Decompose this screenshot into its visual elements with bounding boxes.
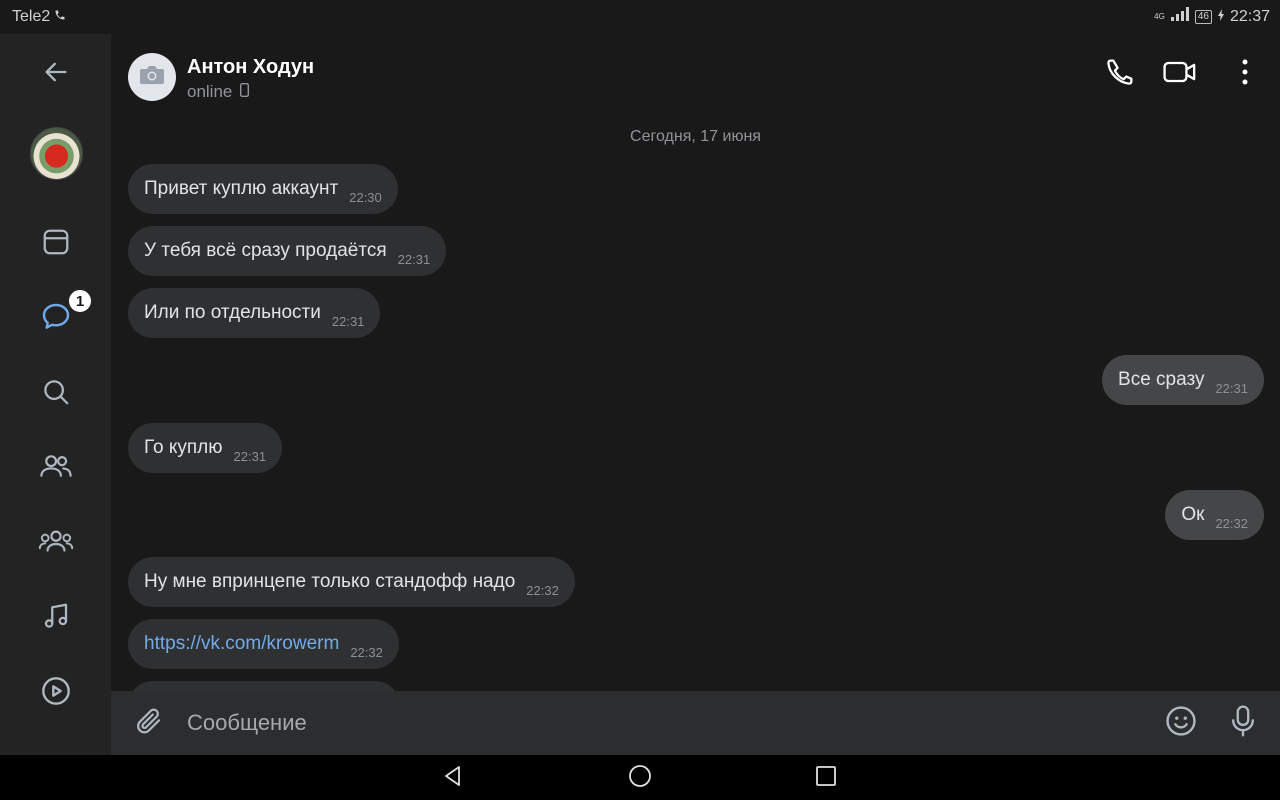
friends-icon: [39, 451, 73, 486]
status-bar: Tele2 4G 46 22:37: [0, 0, 1280, 34]
play-circle-icon: [40, 675, 72, 712]
circle-home-icon: [628, 764, 652, 793]
message-time: 22:32: [526, 583, 559, 598]
sidebar-item-search[interactable]: [30, 368, 82, 420]
message-bubble-in[interactable]: https://vk.com/krowerm 22:32: [128, 619, 399, 669]
call-button[interactable]: [1098, 52, 1142, 96]
back-button[interactable]: [30, 48, 82, 100]
signal-icon: [1170, 7, 1189, 26]
paperclip-icon: [134, 706, 164, 741]
more-vertical-icon: [1241, 58, 1249, 91]
sidebar: 1: [0, 34, 111, 755]
smiley-icon: [1164, 704, 1198, 743]
message-text: Го куплю: [144, 437, 223, 458]
nav-back-button[interactable]: [437, 762, 469, 794]
message-text: Привет куплю аккаунт: [144, 178, 339, 199]
message-input[interactable]: [187, 703, 1147, 743]
message-bubble-in-partial[interactable]: [128, 681, 400, 691]
square-recents-icon: [815, 765, 837, 792]
attach-button[interactable]: [131, 705, 167, 741]
contact-name[interactable]: Антон Ходун: [187, 56, 314, 79]
phone-call-icon: [54, 8, 66, 26]
nav-recents-button[interactable]: [810, 762, 842, 794]
more-options-button[interactable]: [1223, 52, 1267, 96]
message-time: 22:31: [397, 252, 431, 267]
status-indicators: 4G 46 22:37: [1154, 7, 1270, 26]
search-icon: [41, 377, 71, 412]
communities-icon: [38, 526, 74, 561]
network-type: 4G: [1154, 11, 1165, 21]
message-bubble-in[interactable]: Го куплю 22:31: [128, 423, 283, 473]
message-text: Ну мне впринцепе только стандофф надо: [144, 571, 516, 592]
message-bubble-out[interactable]: Все сразу 22:31: [1102, 355, 1264, 405]
message-list: Сегодня, 17 июня Привет куплю аккаунт 22…: [111, 118, 1280, 691]
avatar[interactable]: [30, 127, 83, 180]
voice-message-button[interactable]: [1223, 704, 1263, 743]
message-text: У тебя всё сразу продаётся: [144, 240, 387, 261]
sidebar-item-video[interactable]: [30, 667, 82, 719]
status-time: 22:37: [1229, 7, 1270, 25]
message-bubble-in[interactable]: Ну мне впринцепе только стандофф надо 22…: [128, 557, 575, 607]
camera-icon: [139, 64, 165, 91]
message-link[interactable]: https://vk.com/krowerm: [144, 633, 339, 655]
message-time: 22:32: [1215, 516, 1248, 531]
triangle-back-icon: [442, 765, 464, 792]
message-time: 22:31: [233, 449, 267, 464]
mobile-device-icon: [240, 82, 250, 102]
microphone-icon: [1228, 704, 1258, 743]
system-navigation-bar: [0, 755, 1280, 800]
arrow-left-icon: [42, 58, 70, 91]
message-time: 22:32: [350, 645, 383, 660]
carrier-info: Tele2: [12, 8, 66, 26]
sidebar-item-communities[interactable]: [30, 517, 82, 569]
message-text: Ок: [1181, 504, 1205, 525]
sidebar-item-music[interactable]: [30, 592, 82, 644]
message-text: Или по отдельности: [144, 302, 321, 323]
sidebar-item-friends[interactable]: [30, 442, 82, 494]
message-time: 22:31: [1215, 381, 1248, 396]
emoji-button[interactable]: [1161, 705, 1201, 741]
unread-badge: 1: [66, 287, 94, 315]
sidebar-item-more[interactable]: [30, 742, 82, 755]
online-status: online: [187, 82, 233, 101]
message-composer: [111, 691, 1280, 755]
message-bubble-out[interactable]: Ок 22:32: [1165, 490, 1264, 540]
message-time: 22:31: [331, 314, 365, 329]
sidebar-item-newsfeed[interactable]: [30, 218, 82, 270]
message-time: 22:30: [349, 190, 382, 205]
phone-icon: [1104, 56, 1136, 93]
message-text: Все сразу: [1118, 369, 1205, 390]
carrier-name: Tele2: [12, 8, 51, 25]
date-separator: Сегодня, 17 июня: [630, 128, 761, 145]
video-camera-icon: [1162, 57, 1198, 92]
music-note-icon: [41, 601, 71, 636]
newsfeed-icon: [41, 227, 71, 262]
contact-status: online: [187, 82, 250, 102]
nav-home-button[interactable]: [624, 762, 656, 794]
battery-indicator: 46: [1194, 9, 1212, 24]
contact-avatar[interactable]: [128, 53, 176, 101]
message-bubble-in[interactable]: У тебя всё сразу продаётся 22:31: [128, 226, 447, 276]
chat-header: Антон Ходун online: [111, 34, 1280, 118]
message-bubble-in[interactable]: Или по отдельности 22:31: [128, 288, 381, 338]
charging-icon: [1217, 8, 1224, 26]
message-bubble-in[interactable]: Привет куплю аккаунт 22:30: [128, 164, 398, 214]
video-call-button[interactable]: [1158, 52, 1202, 96]
